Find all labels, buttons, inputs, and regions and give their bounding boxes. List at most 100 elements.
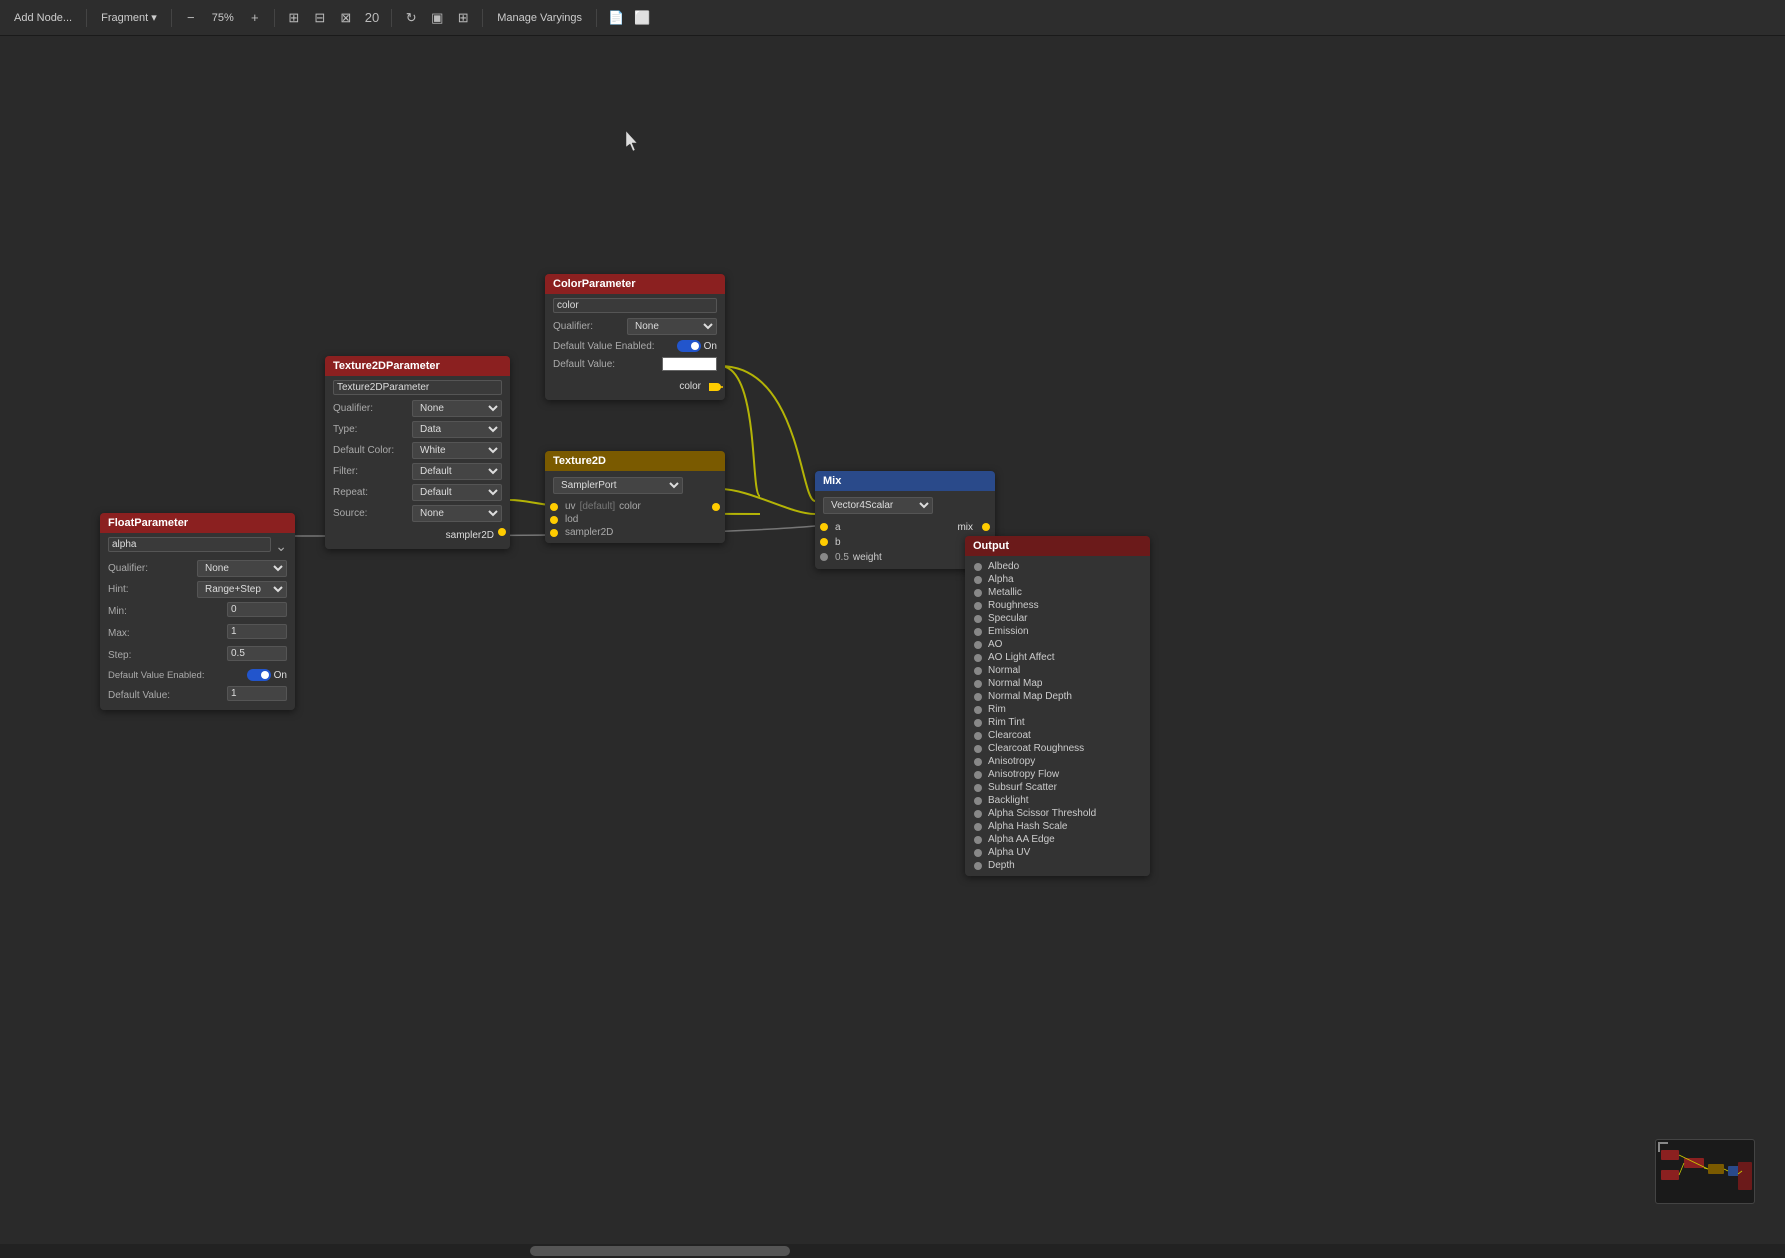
fp-qualifier-label: Qualifier: — [108, 563, 178, 574]
fp-max-input[interactable] — [227, 624, 287, 639]
qualifier-select[interactable]: None — [627, 318, 717, 335]
scrollbar[interactable] — [0, 1244, 1785, 1258]
default-value-row: Default Value: — [553, 355, 717, 373]
color-out-port[interactable] — [709, 383, 717, 391]
t2d-type-label: Type: — [333, 424, 403, 435]
grid-icon[interactable]: ⊟ — [309, 7, 331, 29]
float-param-name-input[interactable] — [108, 537, 271, 552]
t2d-repeat-select[interactable]: Default — [412, 484, 502, 501]
float-param-expand[interactable]: ⌄ — [275, 538, 287, 555]
t2d-sampler2d-port-row: sampler2D — [553, 526, 717, 539]
sep1 — [86, 9, 87, 27]
mix-out-label: mix — [957, 522, 973, 533]
t2d-sampler-row: SamplerPort — [553, 475, 717, 496]
sep3 — [274, 9, 275, 27]
t2d-source-row: Source: None — [333, 503, 502, 524]
t2d-uv-type: color — [619, 501, 641, 512]
layout-icon[interactable]: ⊠ — [335, 7, 357, 29]
file-icon[interactable]: 📄 — [605, 7, 627, 29]
mix-header[interactable]: Mix — [815, 471, 995, 491]
mix-b-in-port[interactable] — [819, 537, 829, 547]
t2d-source-select[interactable]: None — [412, 505, 502, 522]
lod-in-port[interactable] — [549, 515, 559, 525]
t2d-type-select[interactable]: Data — [412, 421, 502, 438]
output-port-normal-map: Normal Map — [973, 677, 1142, 690]
output-node: Output Albedo Alpha Metallic Roughness — [965, 536, 1150, 876]
t2d-qualifier-label: Qualifier: — [333, 403, 403, 414]
t2d-type-row: Type: Data — [333, 419, 502, 440]
color-parameter-header[interactable]: ColorParameter — [545, 274, 725, 294]
manage-varyings-button[interactable]: Manage Varyings — [491, 9, 588, 27]
output-port-specular: Specular — [973, 612, 1142, 625]
zoom-level: 75% — [206, 9, 240, 27]
canvas-area[interactable]: ColorParameter Qualifier: None Default V… — [0, 36, 1785, 1244]
layout2-icon[interactable]: ▣ — [426, 7, 448, 29]
mix-out-port[interactable] — [981, 522, 991, 532]
fp-step-row: Step: — [108, 644, 287, 666]
output-port-clearcoat: Clearcoat — [973, 729, 1142, 742]
output-header[interactable]: Output — [965, 536, 1150, 556]
output-port-ao: AO — [973, 638, 1142, 651]
output-port-alpha-hash-scale: Alpha Hash Scale — [973, 820, 1142, 833]
t2d-sampler2d-in-label: sampler2D — [565, 527, 613, 538]
default-enabled-toggle[interactable]: On — [677, 340, 717, 352]
texture2d-body: SamplerPort uv [default] color lod sampl… — [545, 471, 725, 543]
fp-qualifier-select[interactable]: None — [197, 560, 287, 577]
layout3-icon[interactable]: ⊞ — [452, 7, 474, 29]
mix-type-select[interactable]: Vector4Scalar — [823, 497, 933, 514]
t2d-qualifier-select[interactable]: None — [412, 400, 502, 417]
color-swatch[interactable] — [662, 357, 717, 371]
mix-weight-in-port[interactable] — [819, 552, 829, 562]
uv-in-port[interactable] — [549, 502, 559, 512]
sep4 — [391, 9, 392, 27]
fp-enabled-toggle[interactable]: On — [247, 669, 287, 681]
t2d-filter-row: Filter: Default — [333, 461, 502, 482]
color-param-name-input[interactable] — [553, 298, 717, 313]
t2d-filter-label: Filter: — [333, 466, 403, 477]
fp-step-input[interactable] — [227, 646, 287, 661]
uv-out-port[interactable] — [711, 502, 721, 512]
t2d-sampler-select[interactable]: SamplerPort — [553, 477, 683, 494]
sampler2d-in-port[interactable] — [549, 528, 559, 538]
zoom-in-icon[interactable]: + — [244, 7, 266, 29]
mix-weight-label: weight — [853, 552, 882, 563]
fp-qualifier-row: Qualifier: None — [108, 558, 287, 579]
mode-selector[interactable]: Fragment ▾ — [95, 8, 163, 27]
t2d-uv-label: uv — [565, 501, 576, 512]
sep6 — [596, 9, 597, 27]
refresh-icon[interactable]: ↻ — [400, 7, 422, 29]
output-port-alpha-aa-edge: Alpha AA Edge — [973, 833, 1142, 846]
output-port-subsurf-scatter: Subsurf Scatter — [973, 781, 1142, 794]
t2d-defaultcolor-select[interactable]: White — [412, 442, 502, 459]
fp-min-input[interactable] — [227, 602, 287, 617]
grid-snap-icon[interactable]: ⊞ — [283, 7, 305, 29]
default-enabled-label: Default Value Enabled: — [553, 341, 655, 352]
output-body: Albedo Alpha Metallic Roughness Specular — [965, 556, 1150, 876]
tex2d-param-name-input[interactable] — [333, 380, 502, 395]
fp-toggle-box — [247, 669, 271, 681]
fp-defval-row: Default Value: — [108, 684, 287, 706]
add-node-button[interactable]: Add Node... — [8, 9, 78, 27]
qualifier-row: Qualifier: None — [553, 316, 717, 337]
t2d-uv-port-row: uv [default] color — [553, 500, 717, 513]
mix-a-in-port[interactable] — [819, 522, 829, 532]
tex2d-parameter-header[interactable]: Texture2DParameter — [325, 356, 510, 376]
texture2d-header[interactable]: Texture2D — [545, 451, 725, 471]
output-port-alpha-scissor-threshold: Alpha Scissor Threshold — [973, 807, 1142, 820]
mini-preview — [1655, 1139, 1755, 1204]
mix-weight-row: 0.5 weight — [823, 550, 987, 565]
t2d-filter-select[interactable]: Default — [412, 463, 502, 480]
fp-hint-select[interactable]: Range+Step — [197, 581, 287, 598]
zoom-out-icon[interactable]: − — [180, 7, 202, 29]
output-port-anisotropy-flow: Anisotropy Flow — [973, 768, 1142, 781]
screen-icon[interactable]: ⬜ — [631, 7, 653, 29]
sampler2d-out-port[interactable] — [496, 526, 508, 538]
mix-type-row: Vector4Scalar — [823, 495, 987, 516]
float-parameter-header[interactable]: FloatParameter — [100, 513, 295, 533]
sep5 — [482, 9, 483, 27]
fp-defval-input[interactable] — [227, 686, 287, 701]
mini-preview-svg — [1656, 1140, 1755, 1204]
fp-defenabled-row: Default Value Enabled: On — [108, 666, 287, 684]
scrollbar-thumb[interactable] — [530, 1246, 790, 1256]
t2d-source-label: Source: — [333, 508, 403, 519]
